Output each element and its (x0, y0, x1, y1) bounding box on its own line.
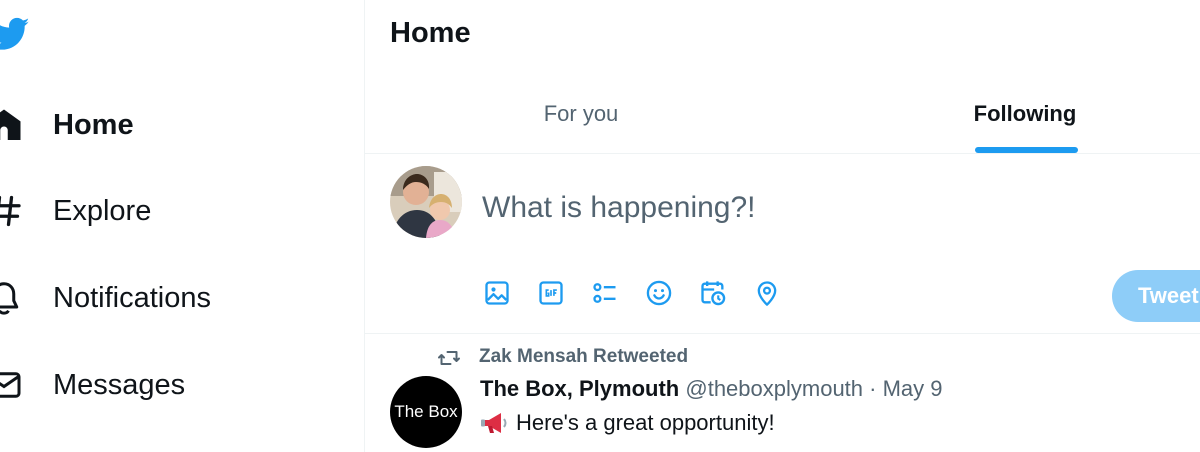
sidebar-item-home[interactable]: Home (0, 95, 340, 155)
tab-following[interactable]: Following (797, 74, 1200, 154)
retweet-icon (437, 346, 461, 370)
gif-icon[interactable] (536, 278, 566, 308)
megaphone-icon (480, 411, 510, 435)
sidebar-item-explore[interactable]: Explore (0, 181, 340, 241)
tweet-handle[interactable]: @theboxplymouth (685, 376, 863, 401)
home-icon (0, 107, 22, 143)
sidebar: Home Explore Notifications Messages (0, 0, 364, 452)
sidebar-item-label: Messages (53, 368, 186, 401)
tweet-header: The Box, Plymouth @theboxplymouth · May … (480, 376, 943, 402)
sidebar-item-notifications[interactable]: Notifications (0, 268, 340, 328)
avatar-text: The Box (394, 402, 458, 421)
location-icon[interactable] (752, 278, 782, 308)
tweet[interactable]: Zak Mensah Retweeted The Box The Box, Pl… (365, 334, 1200, 452)
sidebar-item-label: Explore (53, 194, 152, 227)
schedule-icon[interactable] (698, 278, 728, 308)
timeline-tabs: For you Following (365, 74, 1200, 154)
tweet-body: Here's a great opportunity! (516, 410, 775, 435)
poll-icon[interactable] (590, 278, 620, 308)
tweet-text: Here's a great opportunity! (480, 410, 775, 436)
envelope-icon (0, 367, 22, 403)
compose-input[interactable] (482, 186, 1082, 230)
sidebar-item-label: Notifications (53, 281, 211, 314)
composer-toolbar (482, 278, 806, 312)
tweet-button[interactable]: Tweet (1112, 270, 1200, 322)
active-tab-indicator (975, 147, 1078, 153)
image-icon[interactable] (482, 278, 512, 308)
tab-for-you[interactable]: For you (365, 74, 797, 154)
bird-icon[interactable] (0, 14, 30, 54)
sidebar-item-messages[interactable]: Messages (0, 355, 340, 415)
emoji-icon[interactable] (644, 278, 674, 308)
tweet-author[interactable]: The Box, Plymouth (480, 376, 679, 401)
avatar[interactable] (390, 166, 462, 238)
separator: · (869, 376, 877, 401)
page-title: Home (390, 17, 471, 49)
main-timeline: Home For you Following What is happening… (364, 0, 1200, 452)
tweet-composer: Tweet (365, 154, 1200, 334)
retweet-label[interactable]: Zak Mensah Retweeted (479, 346, 688, 368)
tab-label: For you (543, 101, 619, 126)
tab-label: Following (973, 101, 1077, 126)
hashtag-icon (0, 193, 22, 229)
sidebar-item-label: Home (53, 108, 134, 141)
app: Home Explore Notifications Messages Home (0, 0, 1200, 452)
avatar[interactable]: The Box (390, 376, 462, 448)
tweet-date[interactable]: May 9 (883, 376, 943, 401)
bell-icon (0, 280, 22, 316)
